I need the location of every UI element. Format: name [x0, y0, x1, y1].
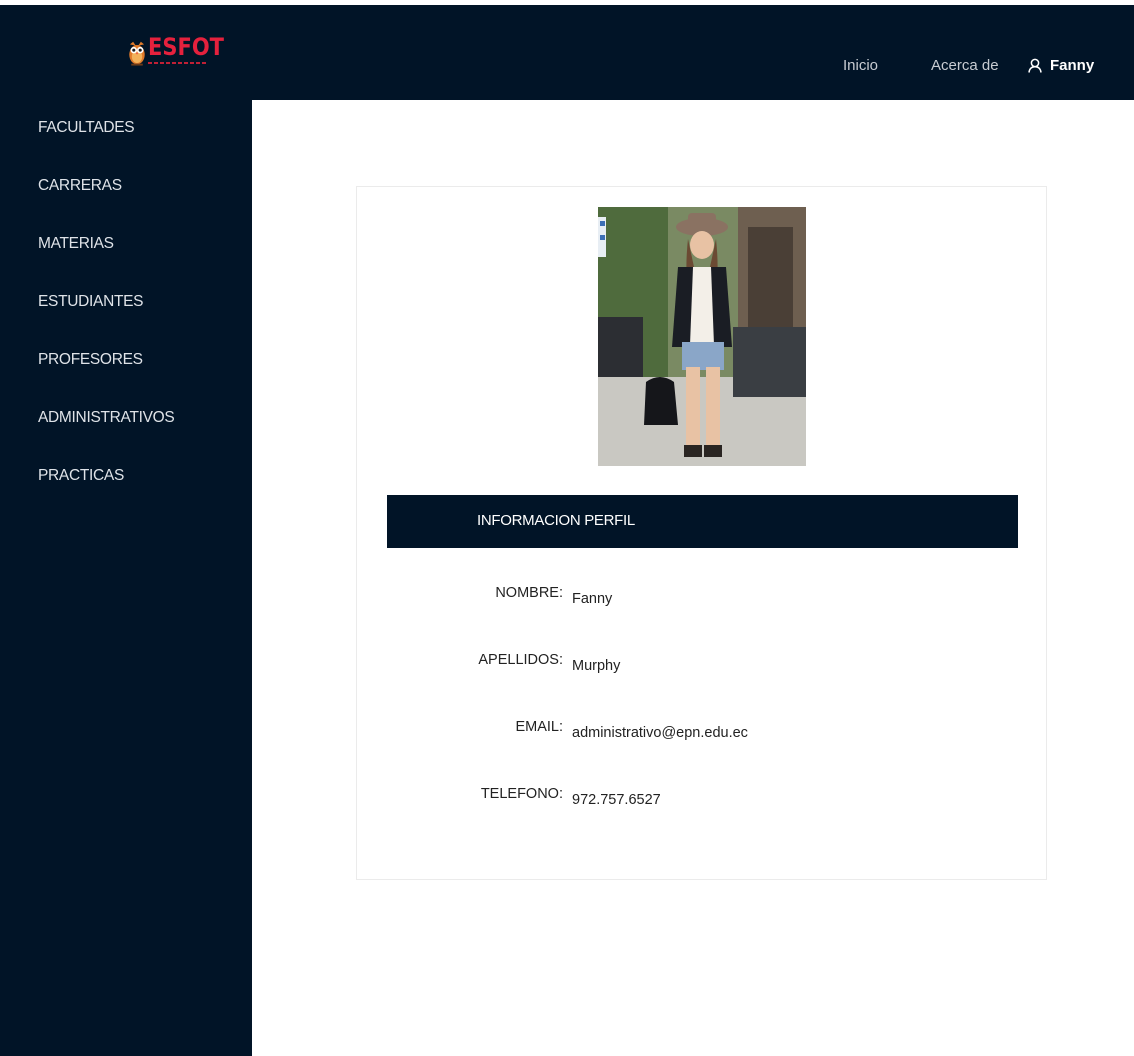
sidebar-item-administrativos[interactable]: ADMINISTRATIVOS: [38, 409, 175, 427]
field-label: TELEFONO:: [480, 786, 563, 802]
field-row-telefono: TELEFONO: 972.757.6527: [357, 786, 1048, 810]
owl-logo-icon: [129, 41, 145, 66]
sidebar-item-carreras[interactable]: CARRERAS: [38, 177, 122, 195]
esfot-logo[interactable]: ESFOT: [128, 33, 224, 75]
field-label: APELLIDOS:: [478, 652, 563, 668]
sidebar-item-materias[interactable]: MATERIAS: [38, 235, 114, 253]
field-row-apellidos: APELLIDOS: Murphy: [357, 652, 1048, 676]
profile-photo: [598, 207, 806, 466]
section-title: INFORMACION PERFIL: [477, 512, 635, 529]
nav-link-acerca-de[interactable]: Acerca de: [931, 57, 999, 74]
field-row-nombre: NOMBRE: Fanny: [357, 585, 1048, 609]
profile-card: INFORMACION PERFIL NOMBRE: Fanny APELLID…: [356, 186, 1047, 880]
field-label: EMAIL:: [515, 719, 563, 735]
sidebar: FACULTADES CARRERAS MATERIAS ESTUDIANTES…: [0, 100, 252, 1056]
field-label: NOMBRE:: [495, 585, 563, 601]
field-value: Fanny: [572, 591, 613, 607]
field-row-email: EMAIL: administrativo@epn.edu.ec: [357, 719, 1048, 743]
field-value: Murphy: [572, 658, 621, 674]
field-value: administrativo@epn.edu.ec: [572, 725, 748, 741]
nav-link-inicio[interactable]: Inicio: [843, 57, 878, 74]
user-menu[interactable]: Fanny: [1028, 57, 1094, 74]
sidebar-item-profesores[interactable]: PROFESORES: [38, 351, 143, 369]
logo-text: ESFOT: [148, 33, 224, 61]
logo-tagline: [148, 62, 208, 64]
sidebar-item-estudiantes[interactable]: ESTUDIANTES: [38, 293, 144, 311]
sidebar-item-practicas[interactable]: PRACTICAS: [38, 467, 124, 485]
field-value: 972.757.6527: [572, 792, 661, 808]
user-name: Fanny: [1050, 57, 1095, 74]
user-icon: [1028, 58, 1042, 73]
top-navbar: ESFOT Inicio Acerca de Fanny: [0, 5, 1134, 100]
profile-info-header: INFORMACION PERFIL: [387, 495, 1018, 548]
sidebar-item-facultades[interactable]: FACULTADES: [38, 119, 135, 137]
